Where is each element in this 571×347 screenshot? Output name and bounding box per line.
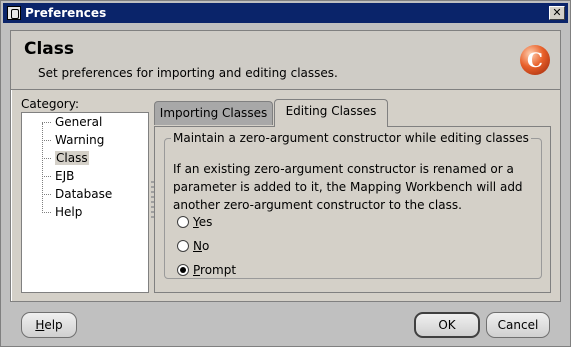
close-button[interactable]: ✕ — [549, 6, 565, 20]
ok-button[interactable]: OK — [414, 312, 480, 338]
tree-item-general[interactable]: General — [41, 114, 104, 130]
tab-importing-classes[interactable]: Importing Classes — [154, 101, 273, 125]
app-icon — [7, 6, 21, 20]
editing-classes-panel: Maintain a zero-argument constructor whi… — [154, 126, 551, 293]
group-title: Maintain a zero-argument constructor whi… — [171, 131, 531, 145]
page-title: Class — [24, 39, 75, 59]
title-bar[interactable]: Preferences ✕ — [3, 3, 568, 23]
header-divider — [11, 89, 560, 90]
tree-item-class[interactable]: Class — [42, 150, 91, 166]
category-label: Category: — [21, 97, 79, 111]
radio-yes-button[interactable] — [177, 216, 189, 228]
constructor-group: Maintain a zero-argument constructor whi… — [164, 131, 542, 279]
radio-no-button[interactable] — [177, 240, 189, 252]
page-description: Set preferences for importing and editin… — [38, 66, 338, 80]
class-logo-icon: C — [520, 45, 550, 75]
radio-yes[interactable]: Yes — [177, 215, 212, 229]
radio-prompt-button[interactable] — [177, 264, 189, 276]
preferences-panel: Class Set preferences for importing and … — [10, 30, 561, 302]
tree-item-warning[interactable]: Warning — [41, 132, 106, 148]
header: Class Set preferences for importing and … — [11, 31, 560, 89]
tree-item-help[interactable]: Help — [41, 204, 84, 220]
category-tree[interactable]: General Warning Class EJB Database Help — [21, 112, 149, 293]
preferences-window: Preferences ✕ Class Set preferences for … — [0, 0, 571, 347]
tree-item-ejb[interactable]: EJB — [41, 168, 76, 184]
radio-no-label: No — [193, 239, 210, 253]
cancel-button[interactable]: Cancel — [486, 312, 550, 338]
window-title: Preferences — [25, 6, 107, 20]
radio-prompt[interactable]: Prompt — [177, 263, 236, 277]
tree-item-database[interactable]: Database — [41, 186, 114, 202]
radio-yes-label: Yes — [193, 215, 213, 229]
radio-no[interactable]: No — [177, 239, 209, 253]
help-button[interactable]: Help — [21, 312, 77, 338]
group-description: If an existing zero-argument constructor… — [173, 162, 523, 212]
radio-prompt-label: Prompt — [193, 263, 237, 277]
tab-editing-classes[interactable]: Editing Classes — [274, 99, 388, 127]
